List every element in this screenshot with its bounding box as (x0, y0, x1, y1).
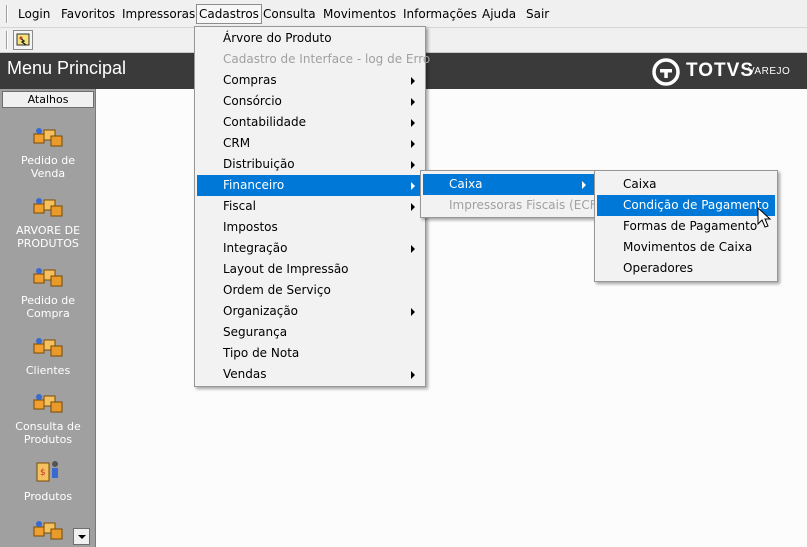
submenu-arrow-icon (411, 119, 415, 127)
submenu-arrow-icon (411, 182, 415, 190)
shortcut-label: Pedido de (20, 154, 75, 167)
caixa-submenu: Caixa Condição de Pagamento Formas de Pa… (594, 170, 778, 282)
svg-text:$: $ (40, 468, 46, 478)
menu-cadastros[interactable]: Cadastros (196, 4, 262, 24)
menu-item-compras[interactable]: Compras (197, 70, 423, 91)
menu-bar: Login Favoritos Impressoras Cadastros Co… (0, 0, 807, 28)
menu-item-arvore-produto[interactable]: Árvore do Produto (197, 28, 423, 49)
totvs-logo-icon (652, 58, 680, 86)
shortcut-label: Clientes (25, 364, 71, 377)
menu-item-seguranca[interactable]: Segurança (197, 322, 423, 343)
submenu-arrow-icon (411, 371, 415, 379)
submenu-arrow-icon (411, 98, 415, 106)
shortcut-label: Pedido de (20, 294, 75, 307)
menu-impressoras[interactable]: Impressoras (120, 4, 197, 24)
sidebar-header: Atalhos (2, 91, 94, 108)
menu-item-layout-impressao[interactable]: Layout de Impressão (197, 259, 423, 280)
menu-item-financeiro[interactable]: Financeiro (197, 175, 423, 196)
sidebar-scroll-down-button[interactable] (73, 528, 90, 545)
menu-item-crm[interactable]: CRM (197, 133, 423, 154)
menu-login[interactable]: Login (16, 4, 52, 24)
product-person-icon: $ (36, 461, 58, 482)
menu-informacoes[interactable]: Informações (401, 4, 479, 24)
mouse-cursor-icon (757, 207, 772, 228)
menu-item-caixa-caixa[interactable]: Caixa (597, 174, 775, 195)
financeiro-submenu: Caixa Impressoras Fiscais (ECF) (420, 170, 601, 218)
menu-item-vendas[interactable]: Vendas (197, 364, 423, 385)
shortcuts-sidebar: Atalhos Pedido de Venda ARVORE DE PRODUT… (0, 89, 96, 547)
menu-item-integracao[interactable]: Integração (197, 238, 423, 259)
menu-item-ordem-servico[interactable]: Ordem de Serviço (197, 280, 423, 301)
menu-sair[interactable]: Sair (524, 4, 551, 24)
cadastros-menu: Árvore do Produto Cadastro de Interface … (194, 26, 430, 387)
menu-item-formas-pagamento[interactable]: Formas de Pagamento (597, 216, 775, 237)
menu-favoritos[interactable]: Favoritos (59, 4, 117, 24)
logo-sub: VAREJO (748, 66, 791, 77)
toolbar-grip[interactable] (6, 31, 8, 49)
menu-item-fiscal[interactable]: Fiscal (197, 196, 423, 217)
menu-ajuda[interactable]: Ajuda (480, 4, 518, 24)
shortcut-label: Compra (26, 307, 70, 320)
menu-item-tipo-nota[interactable]: Tipo de Nota (197, 343, 423, 364)
submenu-arrow-icon (411, 161, 415, 169)
menu-item-contabilidade[interactable]: Contabilidade (197, 112, 423, 133)
page-title: Menu Principal (7, 58, 127, 78)
menu-item-operadores[interactable]: Operadores (597, 258, 775, 279)
shortcut-label: Venda (30, 167, 66, 180)
menu-item-impressoras-fiscais[interactable]: Impressoras Fiscais (ECF) (423, 195, 601, 216)
shortcut-icon (16, 33, 30, 46)
shortcut-label: Produtos (23, 490, 73, 503)
shortcut-clientes[interactable]: Clientes (0, 332, 96, 377)
shortcut-produtos[interactable]: $ Produtos (0, 458, 96, 503)
submenu-arrow-icon (411, 140, 415, 148)
boxes-icon (33, 338, 63, 357)
shortcut-label: Produtos (23, 433, 73, 446)
boxes-icon (33, 268, 63, 287)
submenu-arrow-icon (411, 308, 415, 316)
submenu-arrow-icon (411, 245, 415, 253)
shortcut-pedido-compra[interactable]: Pedido de Compra (0, 262, 96, 320)
shortcut-label: Consulta de (15, 420, 81, 433)
boxes-icon (33, 394, 63, 413)
menu-movimentos[interactable]: Movimentos (321, 4, 398, 24)
menu-item-distribuicao[interactable]: Distribuição (197, 154, 423, 175)
shortcut-pedido-venda[interactable]: Pedido de Venda (0, 122, 96, 180)
menu-item-movimentos-caixa[interactable]: Movimentos de Caixa (597, 237, 775, 258)
menu-item-impostos[interactable]: Impostos (197, 217, 423, 238)
menu-item-cadastro-interface[interactable]: Cadastro de Interface - log de Erro (197, 49, 430, 70)
shortcut-label: PRODUTOS (17, 237, 79, 250)
menubar-grip[interactable] (6, 5, 8, 23)
logo-brand: TOTVS (686, 60, 754, 81)
toolbar-shortcut-button[interactable] (13, 30, 33, 50)
menu-item-condicao-pagamento[interactable]: Condição de Pagamento (597, 195, 775, 216)
boxes-icon (33, 198, 63, 217)
menu-item-organizacao[interactable]: Organização (197, 301, 423, 322)
boxes-icon (33, 521, 63, 540)
menu-consulta[interactable]: Consulta (261, 4, 318, 24)
submenu-arrow-icon (411, 203, 415, 211)
submenu-arrow-icon (411, 77, 415, 85)
menu-item-consorcio[interactable]: Consórcio (197, 91, 423, 112)
submenu-arrow-icon (582, 181, 586, 189)
boxes-icon (33, 128, 63, 147)
shortcut-arvore-produtos[interactable]: ARVORE DE PRODUTOS (0, 192, 96, 250)
shortcut-label: ARVORE DE (15, 224, 81, 237)
menu-item-caixa[interactable]: Caixa (423, 174, 594, 195)
shortcut-consulta-produtos[interactable]: Consulta de Produtos (0, 388, 96, 446)
